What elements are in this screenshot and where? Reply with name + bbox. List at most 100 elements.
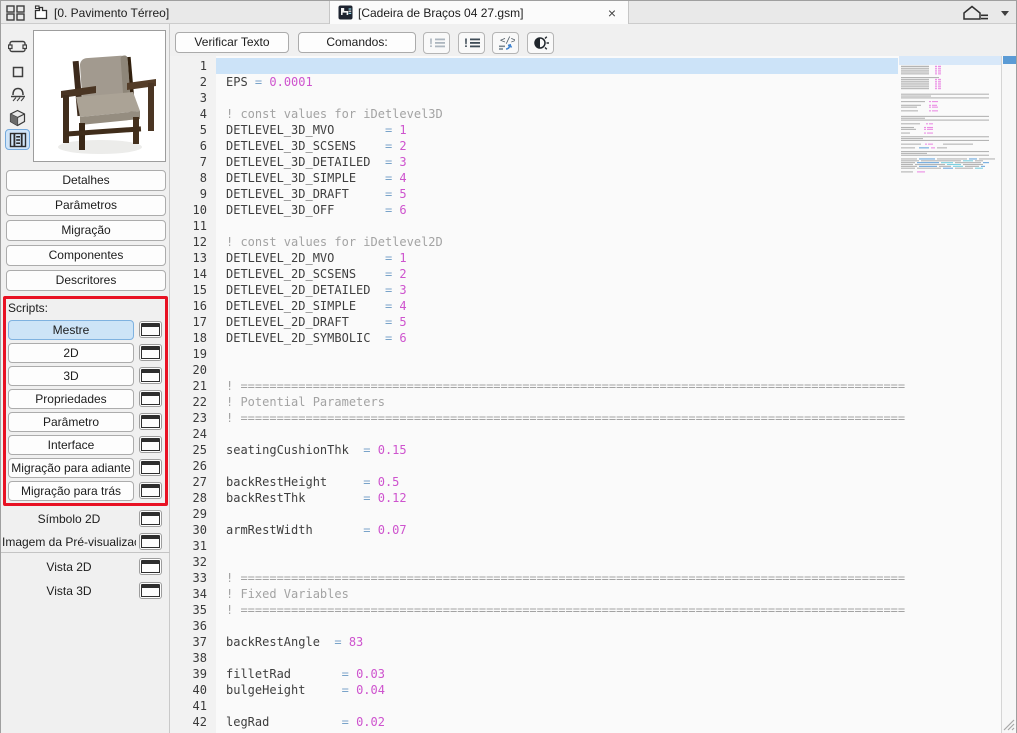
code-line[interactable]: backRestHeight = 0.5 [216,474,898,490]
code-line[interactable] [216,346,898,362]
sidebar-button-parametros[interactable]: Parâmetros [6,195,166,216]
code-line[interactable]: DETLEVEL_2D_DRAFT = 5 [216,314,898,330]
cube-3d-icon[interactable] [5,107,30,128]
script-button-parametro[interactable]: Parâmetro [8,412,134,432]
tab-close-icon[interactable]: × [604,5,620,21]
code-line[interactable] [216,698,898,714]
code-line[interactable] [216,650,898,666]
code-line[interactable]: seatingCushionThk = 0.15 [216,442,898,458]
code-line[interactable] [216,362,898,378]
warnings-list-light-button[interactable]: ! [423,32,450,54]
script-button-migracao-tras[interactable]: Migração para trás [8,481,134,501]
code-line[interactable]: DETLEVEL_3D_OFF = 6 [216,202,898,218]
code-line[interactable]: DETLEVEL_3D_DETAILED = 3 [216,154,898,170]
open-window-3d-button[interactable] [139,367,162,384]
imagem-previsualizacao-item[interactable]: Imagem da Pré-visualização [2,533,136,551]
line-number: 19 [171,346,207,362]
open-window-migracao-adiante-button[interactable] [139,459,162,476]
code-line[interactable] [216,538,898,554]
pop-up-navigator-icon[interactable] [960,4,990,22]
code-line[interactable]: DETLEVEL_2D_SCSENS = 2 [216,266,898,282]
code-token-id: DETLEVEL_3D_DETAILED [226,155,371,169]
warnings-list-light-icon: ! [428,36,446,50]
code-line[interactable] [216,58,898,74]
sidebar-button-detalhes[interactable]: Detalhes [6,170,166,191]
vista-3d-item[interactable]: Vista 3D [2,582,136,600]
code-line[interactable]: DETLEVEL_3D_MVO = 1 [216,122,898,138]
open-window-previsualizacao-button[interactable] [139,533,162,550]
goto-subroutine-button[interactable]: </> [492,32,519,54]
code-line[interactable] [216,90,898,106]
code-line[interactable]: filletRad = 0.03 [216,666,898,682]
code-line[interactable]: DETLEVEL_3D_DRAFT = 5 [216,186,898,202]
code-line[interactable]: DETLEVEL_2D_MVO = 1 [216,250,898,266]
code-token-num: 3 [399,283,406,297]
window-resize-grip[interactable] [1000,716,1015,731]
tab-gsm-object[interactable]: [Cadeira de Braços 04 27.gsm] × [329,1,629,24]
code-line[interactable]: bulgeHeight = 0.04 [216,682,898,698]
code-line[interactable]: ! ======================================… [216,602,898,618]
warnings-list-dark-button[interactable]: ! [458,32,485,54]
vista-2d-item[interactable]: Vista 2D [2,558,136,576]
chevron-down-icon[interactable] [1000,9,1010,17]
script-button-migracao-adiante[interactable]: Migração para adiante [8,458,134,478]
sidebar-button-componentes[interactable]: Componentes [6,245,166,266]
script-button-propriedades[interactable]: Propriedades [8,389,134,409]
code-line[interactable]: ! const values for iDetlevel3D [216,106,898,122]
code-line[interactable]: ! Potential Parameters [216,394,898,410]
code-line[interactable]: DETLEVEL_2D_SYMBOLIC = 6 [216,330,898,346]
sidebar-button-descritores[interactable]: Descritores [6,270,166,291]
code-line[interactable]: backRestThk = 0.12 [216,490,898,506]
sidebar-button-migracao[interactable]: Migração [6,220,166,241]
code-line[interactable] [216,458,898,474]
code-line[interactable]: ! ======================================… [216,570,898,586]
code-line[interactable]: DETLEVEL_3D_SCSENS = 2 [216,138,898,154]
code-line[interactable]: EPS = 0.0001 [216,74,898,90]
code-line[interactable] [216,426,898,442]
open-window-mestre-button[interactable] [139,321,162,338]
code-line[interactable]: backRestAngle = 83 [216,634,898,650]
open-window-interface-button[interactable] [139,436,162,453]
code-text-area[interactable]: EPS = 0.0001 ! const values for iDetlevel… [216,56,898,733]
code-line[interactable] [216,218,898,234]
code-line[interactable]: ! const values for iDetlevel2D [216,234,898,250]
code-line[interactable]: legRad = 0.02 [216,714,898,730]
minimap-viewport-indicator[interactable] [899,56,1001,65]
open-window-vista-3d-button[interactable] [139,582,162,599]
script-button-3d[interactable]: 3D [8,366,134,386]
verify-text-button[interactable]: Verificar Texto [175,32,289,53]
commands-button[interactable]: Comandos: [298,32,416,53]
gdl-script-editor[interactable]: 1234567891011121314151617181920212223242… [170,56,1016,733]
tab-floor-plan[interactable]: [0. Pavimento Térreo] [25,1,177,24]
code-line[interactable]: DETLEVEL_2D_SIMPLE = 4 [216,298,898,314]
code-line[interactable] [216,618,898,634]
simbolo-2d-item[interactable]: Símbolo 2D [2,510,136,528]
section-stamp-icon[interactable] [5,84,30,105]
code-line[interactable]: ! Fixed Variables [216,586,898,602]
open-window-parametro-button[interactable] [139,413,162,430]
open-window-vista-2d-button[interactable] [139,558,162,575]
code-minimap[interactable] [899,56,1001,733]
open-window-simbolo-2d-button[interactable] [139,510,162,527]
code-line[interactable] [216,554,898,570]
preview-filmstrip-icon[interactable] [5,129,30,150]
marquee-2d-icon[interactable] [5,36,30,57]
code-line[interactable]: DETLEVEL_3D_SIMPLE = 4 [216,170,898,186]
contrast-theme-button[interactable] [527,32,554,54]
script-button-interface[interactable]: Interface [8,435,134,455]
symbol-box-icon[interactable] [5,61,30,82]
open-window-migracao-tras-button[interactable] [139,482,162,499]
vertical-scrollbar[interactable] [1001,56,1016,733]
code-line[interactable] [216,506,898,522]
code-line[interactable]: DETLEVEL_2D_DETAILED = 3 [216,282,898,298]
quad-view-icon[interactable] [6,5,25,21]
script-button-mestre[interactable]: Mestre [8,320,134,340]
open-window-propriedades-button[interactable] [139,390,162,407]
script-button-2d[interactable]: 2D [8,343,134,363]
line-number: 14 [171,266,207,282]
open-window-2d-button[interactable] [139,344,162,361]
code-line[interactable]: ! ======================================… [216,378,898,394]
scrollbar-thumb[interactable] [1003,56,1016,64]
code-line[interactable]: ! ======================================… [216,410,898,426]
code-line[interactable]: armRestWidth = 0.07 [216,522,898,538]
